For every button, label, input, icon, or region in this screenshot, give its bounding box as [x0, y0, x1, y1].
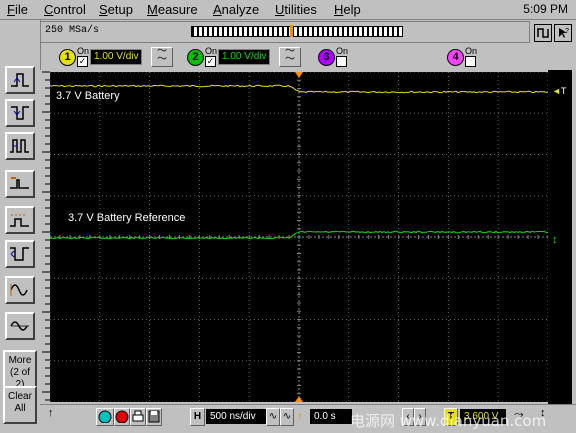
channel-3-on-label: On — [336, 46, 349, 56]
timebase-field[interactable]: 500 ns/div — [206, 409, 268, 424]
menu-analyze[interactable]: Analyze — [213, 2, 259, 17]
ch1-trace-label: 3.7 V Battery — [56, 90, 120, 102]
circle-cyan-icon — [98, 410, 112, 424]
pulse-width-icon — [10, 139, 29, 153]
channel-1-on-label: On — [77, 46, 90, 56]
falling-edge-icon — [11, 106, 29, 120]
tv-wave-icon — [10, 321, 29, 331]
disk-icon — [148, 410, 160, 423]
sample-rate: 250 MSa/s — [45, 25, 100, 36]
watermark: 电源网 www.dianyuan.com — [350, 412, 547, 430]
printer-icon — [132, 410, 144, 422]
channel-2-adjust-button[interactable]: 〜〜 — [279, 47, 301, 67]
square-wave-icon — [537, 28, 549, 38]
waveform-view-button[interactable] — [534, 24, 552, 42]
trigger-position-top — [295, 72, 303, 78]
menu-utilities[interactable]: Utilities — [275, 2, 317, 17]
tv-trigger-button[interactable] — [5, 312, 35, 340]
save-button[interactable] — [146, 408, 162, 426]
more-label: More — [8, 355, 32, 366]
channel-3-checkbox[interactable] — [336, 56, 347, 67]
timeout-icon — [10, 247, 29, 261]
timeout-trigger-button[interactable] — [5, 240, 35, 268]
help-button[interactable]: ? — [554, 24, 572, 42]
more-button[interactable]: More (2 of 2) — [3, 350, 37, 390]
glitch-trigger-button[interactable] — [5, 170, 35, 198]
menu-control[interactable]: Control — [44, 2, 86, 17]
channel-2-badge[interactable]: 2 — [187, 49, 204, 66]
timebase-fine-button[interactable]: ∿ — [280, 408, 294, 426]
sine-trigger-button[interactable] — [5, 276, 35, 304]
left-toolbar: More (2 of 2) Clear All — [0, 20, 41, 424]
ch1-trigger-marker[interactable]: ◄T — [552, 86, 566, 96]
channel-row: 1 On ✓ 1.00 V/div 〜〜 2 On ✓ 1.00 V/div 〜… — [40, 43, 572, 70]
clear-sub-label: All — [14, 403, 26, 414]
glitch-icon — [10, 177, 29, 189]
svg-text:?: ? — [565, 28, 569, 35]
channel-3-badge[interactable]: 3 — [318, 49, 335, 66]
print-button[interactable] — [130, 408, 146, 426]
clear-label: Clear — [8, 391, 32, 402]
falling-edge-button[interactable] — [5, 99, 35, 127]
autoscale-button[interactable] — [96, 408, 114, 426]
help-arrow-icon: ? — [559, 28, 569, 38]
clock: 5:09 PM — [523, 2, 568, 16]
delay-field[interactable]: 0.0 s — [310, 409, 352, 424]
runt-trigger-button[interactable] — [5, 206, 35, 234]
ch2-level-marker[interactable]: ↕ — [552, 234, 558, 246]
channel-2-checkbox[interactable]: ✓ — [205, 56, 216, 67]
waveform-graticule — [49, 71, 549, 403]
sine-wave-icon — [10, 284, 28, 296]
channel-2-scale[interactable]: 1.00 V/div — [218, 49, 271, 65]
channel-1-checkbox[interactable]: ✓ — [77, 56, 88, 67]
menu-file[interactable]: File — [7, 2, 28, 17]
ch2-trace-label: 3.7 V Battery Reference — [68, 212, 186, 224]
left-ruler-ticks — [42, 71, 50, 401]
timebase-adjust-button[interactable]: ∿ — [266, 408, 280, 426]
memory-bar-marker — [290, 25, 293, 37]
channel-4-on-label: On — [465, 46, 478, 56]
trigger-position-bottom — [295, 396, 303, 402]
left-ruler — [40, 70, 50, 405]
channel-4-badge[interactable]: 4 — [447, 49, 464, 66]
pulse-width-button[interactable] — [5, 132, 35, 160]
channel-1-badge[interactable]: 1 — [59, 49, 76, 66]
channel-1-scale[interactable]: 1.00 V/div — [90, 49, 143, 65]
circle-red-icon — [115, 410, 129, 424]
channel-2-on-label: On — [205, 46, 218, 56]
menu-bar: File Control Setup Measure Analyze Utili… — [0, 0, 576, 20]
waveform-display[interactable]: 3.7 V Battery 3.7 V Battery Reference — [49, 71, 549, 403]
up-arrow-icon[interactable]: ↑ — [48, 407, 54, 419]
delay-arrow-icon: ↑ — [297, 409, 303, 423]
runt-icon — [10, 214, 29, 227]
trigger-t-label: T — [560, 86, 567, 96]
horizontal-button[interactable]: H — [190, 408, 205, 426]
menu-help[interactable]: Help — [334, 2, 361, 17]
memory-bar[interactable] — [191, 25, 403, 37]
channel-4-checkbox[interactable] — [465, 56, 476, 67]
channel-1-adjust-button[interactable]: 〜〜 — [151, 47, 173, 67]
clear-all-button[interactable]: Clear All — [3, 386, 37, 424]
menu-setup[interactable]: Setup — [99, 2, 133, 17]
rising-edge-icon — [11, 73, 29, 87]
rising-edge-button[interactable] — [5, 66, 35, 94]
menu-measure[interactable]: Measure — [147, 2, 198, 17]
stop-button[interactable] — [114, 408, 130, 426]
status-row: 250 MSa/s — [40, 21, 530, 43]
